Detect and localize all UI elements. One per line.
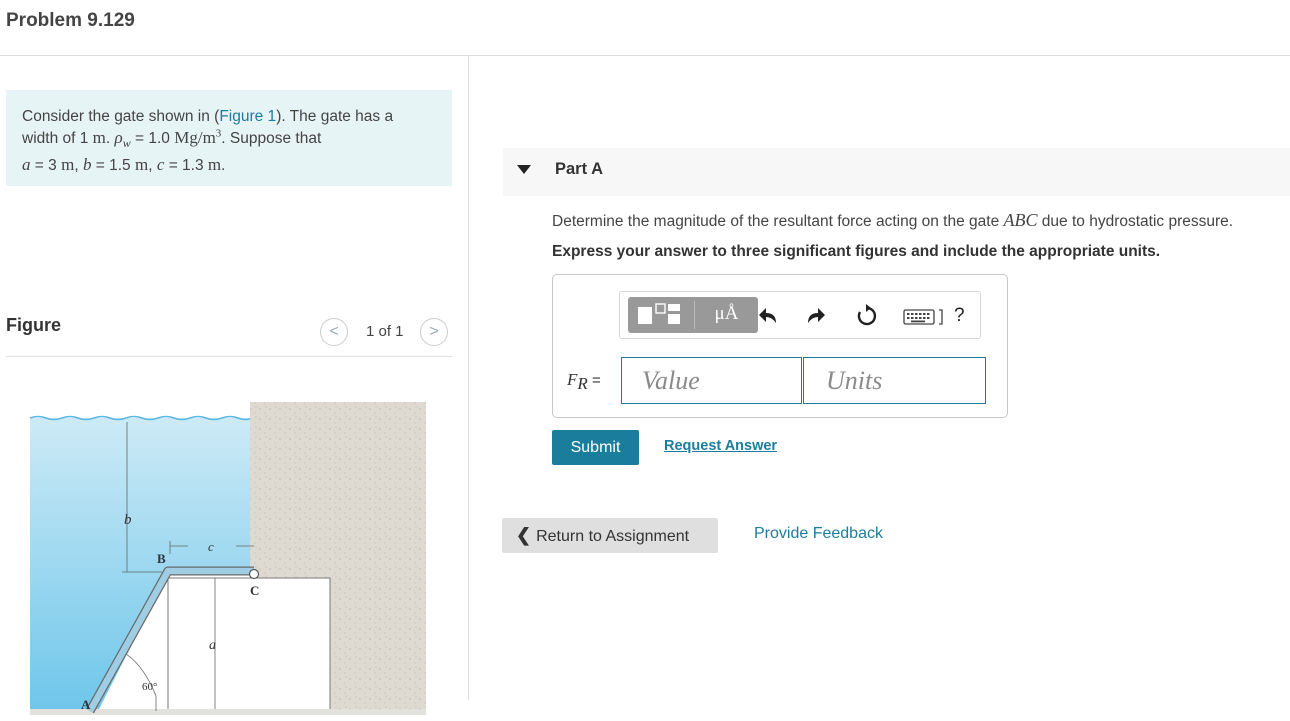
density-unit-base: Mg/m [174, 128, 216, 147]
figure-next-button[interactable]: > [420, 318, 448, 346]
intro-text: = 1.0 [130, 130, 175, 147]
templates-button[interactable] [628, 297, 694, 333]
intro-text: width of 1 [22, 130, 93, 147]
provide-feedback-link[interactable]: Provide Feedback [754, 525, 883, 543]
separator: , [148, 157, 157, 175]
return-label: Return to Assignment [536, 528, 690, 545]
unit-m: m [92, 128, 106, 147]
problem-header: Problem 9.129 [0, 0, 1290, 56]
unit-m: m [61, 155, 75, 175]
figure-prev-button[interactable]: < [320, 318, 348, 346]
var-a: a [22, 155, 31, 175]
value-input[interactable] [621, 357, 802, 404]
rho-symbol: ρ [114, 128, 123, 147]
toolbar-group: μÅ [628, 297, 758, 333]
question-pane: Part A Determine the magnitude of the re… [469, 56, 1290, 700]
keyboard-icon[interactable] [902, 301, 946, 331]
label-c-dimension: c [208, 539, 214, 554]
part-title: Part A [555, 160, 603, 178]
equals-sign: = [587, 372, 601, 389]
unit-m: m [207, 155, 222, 175]
intro-text: ). The gate has a [276, 108, 394, 125]
question-text-post: due to hydrostatic pressure. [1037, 213, 1234, 230]
submit-button[interactable]: Submit [552, 430, 639, 465]
figure-pager: < 1 of 1 > [320, 318, 452, 346]
request-answer-link[interactable]: Request Answer [664, 438, 777, 454]
units-input[interactable] [803, 357, 986, 404]
density-unit: Mg/m3 [174, 128, 221, 147]
label-angle: 60° [142, 681, 157, 693]
undo-icon[interactable] [754, 301, 784, 331]
question-text: Determine the magnitude of the resultant… [552, 210, 1233, 231]
label-point-b: B [157, 551, 166, 566]
help-icon[interactable]: ? [954, 305, 965, 327]
intro-line-3: a = 3 m, b = 1.5 m, c = 1.3 m. [22, 154, 436, 176]
intro-line-1: Consider the gate shown in (Figure 1). T… [22, 106, 436, 127]
part-a-header[interactable]: Part A [503, 148, 1290, 196]
math-toolbar: μÅ ? [619, 291, 981, 339]
answer-instruction: Express your answer to three significant… [552, 243, 1161, 260]
templates-icon [638, 303, 680, 324]
rho-subscript: w [122, 136, 131, 151]
question-text-pre: Determine the magnitude of the resultant… [552, 213, 1004, 230]
label-b: b [124, 512, 132, 528]
label-a: a [209, 638, 216, 653]
figure-divider [6, 356, 452, 357]
return-to-assignment-button[interactable]: ❮ Return to Assignment [502, 518, 718, 553]
units-button[interactable]: μÅ [695, 297, 758, 333]
a-value: = 3 [30, 157, 62, 175]
unit-m: m [134, 155, 149, 175]
reset-icon[interactable] [852, 301, 882, 331]
intro-text: . Suppose that [221, 130, 322, 147]
b-value: = 1.5 [91, 157, 135, 175]
problem-statement-pane: Consider the gate shown in (Figure 1). T… [0, 56, 468, 715]
label-point-a: A [81, 697, 91, 712]
force-symbol: F [567, 370, 578, 389]
c-value: = 1.3 [164, 157, 208, 175]
question-gate-var: ABC [1003, 210, 1038, 230]
redo-icon[interactable] [800, 301, 830, 331]
chevron-left-icon: ❮ [516, 525, 532, 545]
label-point-c: C [250, 583, 259, 598]
answer-box: μÅ ? FR = [552, 274, 1008, 418]
gate-figure: b c B C a 60° A [29, 402, 426, 715]
problem-intro: Consider the gate shown in (Figure 1). T… [6, 90, 452, 186]
gate-base-block [167, 577, 331, 712]
hinge-c [248, 568, 260, 580]
figure-link[interactable]: Figure 1 [219, 108, 276, 125]
problem-title: Problem 9.129 [6, 10, 135, 31]
intro-line-2: width of 1 m. ρw = 1.0 Mg/m3. Suppose th… [22, 127, 436, 154]
collapse-caret-icon[interactable] [517, 165, 531, 174]
period: . [221, 157, 226, 175]
figure-counter: 1 of 1 [366, 323, 404, 340]
separator: , [74, 157, 83, 175]
figure-heading: Figure [6, 315, 62, 335]
force-subscript: R [577, 374, 588, 393]
intro-text: . [105, 130, 115, 147]
answer-label: FR = [567, 370, 601, 394]
intro-text: Consider the gate shown in ( [22, 108, 220, 125]
